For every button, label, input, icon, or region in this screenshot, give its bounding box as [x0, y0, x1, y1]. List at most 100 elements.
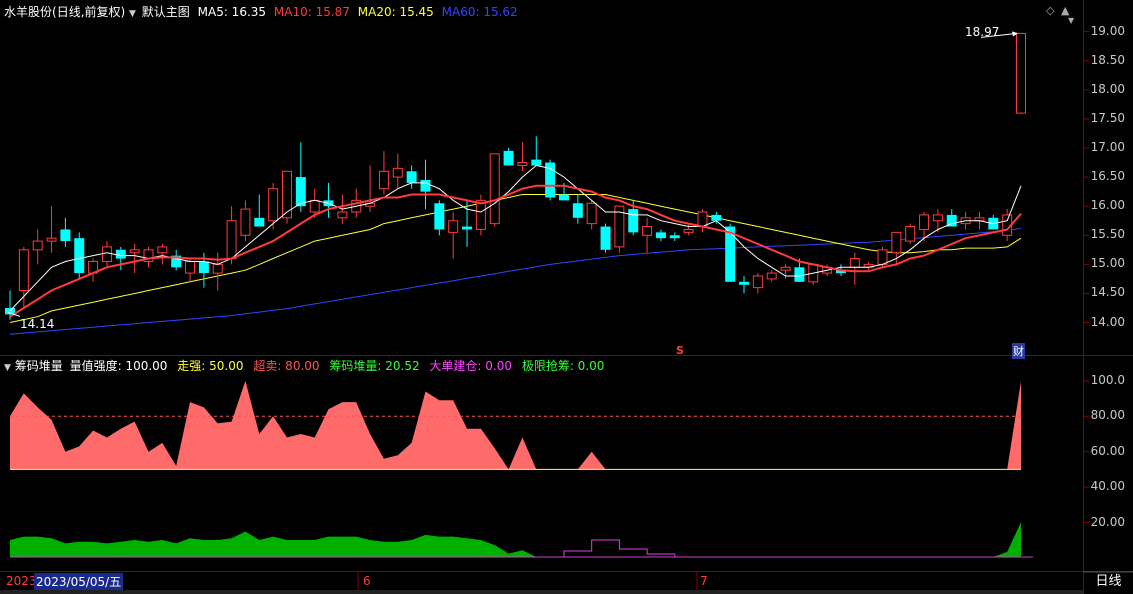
- candle-up: [766, 272, 777, 280]
- chip-volume-label: 筹码堆量: 20.52: [329, 359, 420, 373]
- candle-up: [932, 214, 943, 222]
- chip-strength-area: [10, 380, 1021, 470]
- candle-down: [503, 150, 514, 166]
- candle-down: [794, 267, 805, 282]
- price-tick-label: 18.50: [1090, 52, 1125, 67]
- candle-up: [392, 167, 403, 178]
- ma20-label: MA20: 15.45: [357, 5, 434, 19]
- stock-chart-window: 水羊股份(日线,前复权) ▼ 默认主图 MA5: 16.35 MA10: 15.…: [0, 0, 1133, 594]
- strength-label: 量值强度: 100.00: [69, 359, 168, 373]
- candle-down: [711, 214, 722, 221]
- candle-up: [1016, 32, 1026, 114]
- candle-down: [669, 235, 680, 239]
- candle-up: [448, 220, 459, 233]
- value-tick-label: 100.0: [1090, 372, 1125, 387]
- year-label: 2023: [6, 574, 37, 588]
- candle-down: [628, 209, 639, 233]
- scroll-strip: [0, 590, 1083, 594]
- candle-up: [475, 199, 486, 230]
- candle-down: [739, 281, 749, 285]
- financial-report-marker[interactable]: 财: [1012, 343, 1025, 359]
- sub-indicator-name[interactable]: 筹码堆量: [15, 359, 63, 373]
- oversold-label: 超卖: 80.00: [253, 359, 320, 373]
- ma-line-ma5: [9, 164, 1022, 312]
- candle-up: [517, 162, 528, 166]
- cursor-date-label: 2023/05/05/五: [34, 573, 124, 590]
- price-tick-label: 16.50: [1090, 169, 1125, 184]
- value-tick-label: 80.00: [1090, 408, 1125, 423]
- candle-up: [46, 237, 57, 242]
- price-tick-label: 16.00: [1090, 198, 1125, 213]
- candle-down: [558, 194, 569, 201]
- stock-name[interactable]: 水羊股份: [4, 5, 52, 19]
- candle-up: [891, 231, 902, 254]
- main-chart-header: 水羊股份(日线,前复权) ▼ 默认主图 MA5: 16.35 MA10: 15.…: [4, 4, 518, 22]
- candle-down: [531, 159, 542, 166]
- diamond-icon[interactable]: ◇: [1046, 4, 1054, 17]
- candle-down: [295, 177, 306, 207]
- high-price-label: 18.97: [965, 25, 1000, 39]
- candle-down: [115, 249, 126, 259]
- price-tick-label: 17.00: [1090, 140, 1125, 154]
- candle-up: [919, 214, 930, 230]
- candle-up: [185, 260, 196, 274]
- chip-volume-area: [10, 522, 1021, 557]
- sub-chart-header: ▼ 筹码堆量 量值强度: 100.00 走强: 50.00 超卖: 80.00 …: [4, 358, 604, 376]
- price-tick-label: 15.50: [1090, 227, 1125, 242]
- candle-down: [572, 203, 583, 218]
- event-s-marker[interactable]: S: [676, 344, 684, 357]
- price-tick-label: 17.50: [1090, 110, 1125, 125]
- price-tick-label: 14.00: [1090, 314, 1125, 329]
- candle-up: [32, 240, 43, 251]
- ma5-label: MA5: 16.35: [197, 5, 267, 19]
- candle-up: [101, 246, 112, 262]
- ma-line-ma60: [9, 227, 1022, 335]
- low-price-label: 14.14: [20, 317, 55, 331]
- header-controls: ◇ ▲: [1046, 4, 1069, 17]
- candle-down: [420, 180, 431, 192]
- price-tick-label: 19.00: [1090, 23, 1125, 38]
- candle-up: [489, 153, 500, 225]
- candle-up: [642, 226, 653, 236]
- chart-canvas[interactable]: [0, 0, 1133, 594]
- ma-line-ma20: [9, 194, 1022, 323]
- value-tick-label: 40.00: [1090, 479, 1125, 494]
- extreme-grab-label: 极限抢筹: 0.00: [521, 359, 605, 373]
- candle-up: [337, 211, 348, 219]
- candle-up: [378, 170, 389, 190]
- candle-up: [309, 199, 320, 213]
- period-button[interactable]: 日线: [1084, 573, 1133, 593]
- candle-up: [849, 258, 860, 268]
- candle-down: [198, 261, 209, 274]
- ma60-label: MA60: 15.62: [441, 5, 518, 19]
- candle-up: [226, 220, 237, 260]
- candle-down: [600, 226, 611, 250]
- ma10-label: MA10: 15.87: [273, 5, 350, 19]
- dropdown-triangle-icon[interactable]: ▼: [4, 363, 11, 373]
- candle-up: [780, 266, 791, 271]
- price-tick-label: 15.00: [1090, 256, 1125, 271]
- candle-up: [877, 249, 888, 265]
- candle-up: [683, 228, 694, 233]
- candle-up: [905, 226, 916, 242]
- candle-up: [240, 208, 251, 236]
- candle-up: [586, 202, 597, 225]
- candle-down: [254, 217, 265, 227]
- candle-up: [18, 249, 29, 292]
- down-arrow-icon[interactable]: ▼: [1068, 16, 1074, 25]
- price-tick-label: 14.50: [1090, 285, 1125, 300]
- candle-down: [655, 232, 666, 239]
- big-order-label: 大单建仓: 0.00: [429, 359, 512, 373]
- dropdown-triangle-icon[interactable]: ▼: [129, 9, 136, 19]
- candle-up: [212, 263, 223, 274]
- price-tick-label: 18.00: [1090, 81, 1125, 96]
- candle-up: [129, 249, 140, 254]
- candle-down: [462, 226, 473, 230]
- candle-up: [157, 246, 168, 254]
- period-label[interactable]: (日线,前复权): [52, 5, 125, 19]
- candle-down: [406, 171, 417, 183]
- indicator-name[interactable]: 默认主图: [142, 5, 190, 19]
- candle-up: [268, 188, 279, 222]
- big-order-outline: [563, 539, 676, 557]
- candle-down: [74, 238, 85, 274]
